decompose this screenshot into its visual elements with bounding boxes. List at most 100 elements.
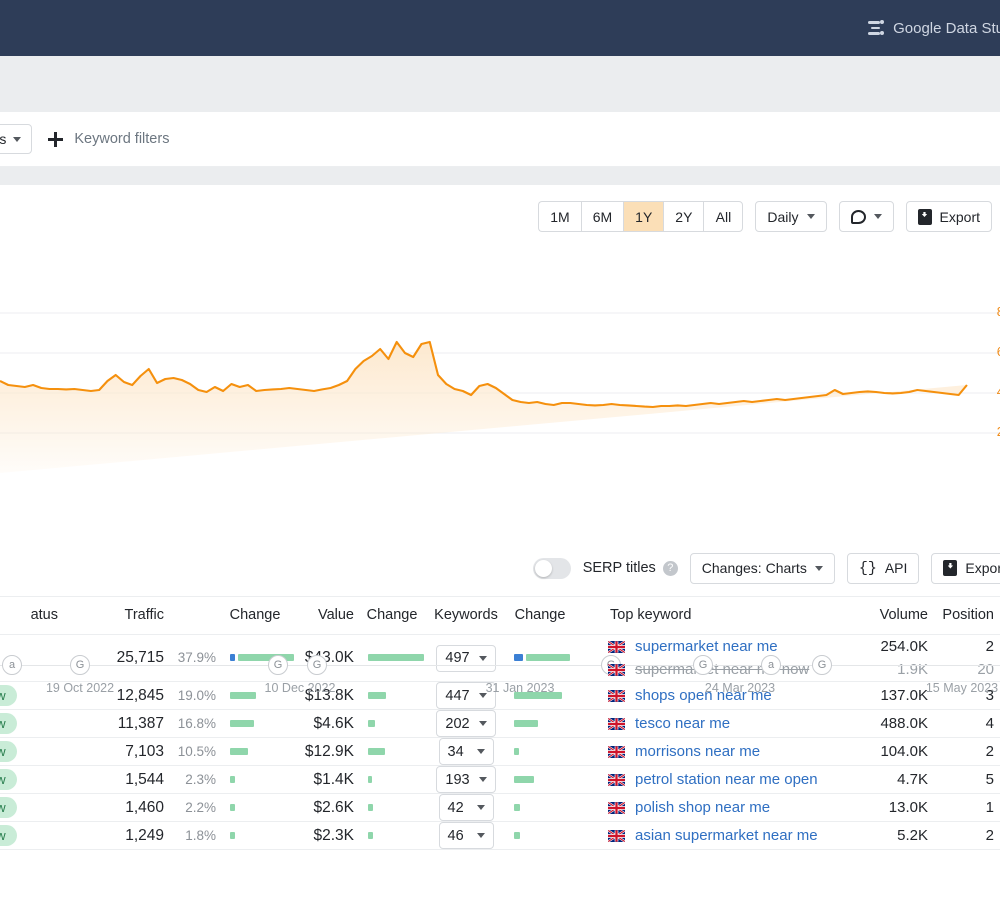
- traffic-percent: 16.8%: [177, 715, 216, 731]
- timeline-axis-line: [0, 665, 1000, 666]
- keyword-link[interactable]: supermarket near me: [635, 638, 778, 655]
- cell-top-keyword: petrol station near me open: [578, 765, 852, 794]
- keyword-link[interactable]: petrol station near me open: [635, 771, 818, 788]
- value-amount: $12.9K: [304, 742, 354, 760]
- cell-keywords: 46: [430, 821, 502, 850]
- date-range-1m[interactable]: 1M: [538, 201, 581, 232]
- organic-traffic-chart-card: 1M6M1Y2YAll Daily Export 2468 aGGGGGaG19…: [0, 185, 1000, 695]
- cell-traffic: 7,103: [58, 737, 164, 766]
- cell-volume: 13.0K: [852, 793, 928, 822]
- keywords-count-dropdown[interactable]: 42: [438, 794, 494, 821]
- keyword-volume: 5.2K: [897, 827, 928, 844]
- date-range-1y[interactable]: 1Y: [623, 201, 664, 232]
- timeline-marker-g[interactable]: G: [307, 655, 327, 675]
- page-background-band: [0, 56, 1000, 112]
- timeline-marker-a[interactable]: a: [761, 655, 781, 675]
- table-row[interactable]: ew 1,544 2.3% $1.4K 193: [0, 765, 1000, 794]
- keywords-count-dropdown[interactable]: 193: [436, 766, 496, 793]
- column-header-keywords[interactable]: Keywords: [430, 597, 502, 635]
- keyword-link[interactable]: tesco near me: [635, 715, 730, 732]
- top-keyword-line[interactable]: asian supermarket near me: [608, 824, 852, 847]
- cell-traffic-change: [216, 737, 294, 766]
- organic-keywords-table: atus Traffic Change Value Change Keyword…: [0, 597, 1000, 850]
- traffic-value: 11,387: [117, 714, 164, 732]
- timeline-marker-g[interactable]: G: [693, 655, 713, 675]
- table-row[interactable]: ew 1,249 1.8% $2.3K 46: [0, 821, 1000, 850]
- keyword-link[interactable]: asian supermarket near me: [635, 827, 818, 844]
- cell-value-change: [354, 821, 430, 850]
- column-header-value[interactable]: Value: [294, 597, 354, 635]
- column-header-position[interactable]: Position: [928, 597, 1000, 635]
- changes-charts-label: Changes: Charts: [701, 560, 807, 576]
- keyword-filters-button[interactable]: Keyword filters: [48, 131, 169, 147]
- granularity-dropdown[interactable]: Daily: [755, 201, 827, 232]
- cell-traffic-percent: 2.3%: [164, 765, 216, 794]
- cell-volume: 5.2K: [852, 821, 928, 850]
- top-keyword-line[interactable]: polish shop near me: [608, 796, 852, 819]
- column-header-traffic[interactable]: Traffic: [58, 597, 164, 635]
- cell-keywords-change: [502, 793, 578, 822]
- table-export-button[interactable]: Expor: [931, 552, 1000, 584]
- top-keyword-line[interactable]: tesco near me: [608, 712, 852, 735]
- timeline-marker-a[interactable]: a: [2, 655, 22, 675]
- keywords-count: 42: [447, 799, 464, 816]
- date-range-all[interactable]: All: [703, 201, 744, 232]
- timeline-date-label: 19 Oct 2022: [45, 681, 115, 695]
- cell-keywords: 34: [430, 737, 502, 766]
- cell-value: $2.3K: [294, 821, 354, 850]
- top-keyword-line[interactable]: morrisons near me: [608, 740, 852, 763]
- column-header-top-keyword[interactable]: Top keyword: [578, 597, 852, 635]
- column-header-traffic-change[interactable]: Change: [216, 597, 294, 635]
- traffic-change-bar-green-segment: [230, 803, 235, 811]
- google-data-studio-badge[interactable]: Google Data Stu: [866, 20, 1000, 37]
- keywords-dropdown[interactable]: words: [0, 124, 33, 154]
- traffic-change-bar-green-segment: [230, 719, 254, 727]
- top-navigation-bar: Google Data Stu: [0, 0, 1000, 56]
- cell-top-keyword: polish shop near me: [578, 793, 852, 822]
- column-header-volume[interactable]: Volume: [852, 597, 928, 635]
- download-icon: [917, 208, 932, 225]
- timeline-marker-g[interactable]: G: [812, 655, 832, 675]
- value-change-bar-green-segment: [368, 831, 373, 839]
- column-header-value-change[interactable]: Change: [354, 597, 430, 635]
- timeline-marker-g[interactable]: G: [70, 655, 90, 675]
- serp-titles-toggle[interactable]: [532, 557, 571, 579]
- traffic-percent: 2.2%: [185, 799, 216, 815]
- column-header-keywords-change[interactable]: Change: [502, 597, 578, 635]
- chevron-down-icon: [478, 721, 487, 726]
- annotations-dropdown[interactable]: [838, 201, 894, 232]
- cell-position: 5: [928, 765, 1000, 794]
- question-mark-icon[interactable]: ?: [662, 560, 678, 576]
- uk-flag-icon: [608, 717, 625, 730]
- keywords-count: 46: [447, 827, 464, 844]
- chart-controls: 1M 6M 1Y 2Y All Daily Export: [538, 201, 992, 232]
- date-range-button-group: 1M 6M 1Y 2Y All: [538, 201, 744, 232]
- keywords-change-bar-green-segment: [514, 775, 534, 783]
- timeline-date-label: 15 May 2023: [925, 681, 999, 695]
- changes-charts-dropdown[interactable]: Changes: Charts: [689, 552, 835, 584]
- api-button[interactable]: {} API: [846, 552, 920, 584]
- timeline-marker-g[interactable]: G: [268, 655, 288, 675]
- traffic-area-chart[interactable]: [0, 273, 1000, 473]
- cell-traffic-percent: 10.5%: [164, 737, 216, 766]
- curly-braces-icon: {}: [858, 559, 877, 577]
- keyword-link[interactable]: polish shop near me: [635, 799, 770, 816]
- chart-export-button[interactable]: Export: [905, 201, 992, 232]
- date-range-6m[interactable]: 6M: [580, 201, 624, 232]
- traffic-value: 7,103: [125, 742, 164, 760]
- traffic-percent: 2.3%: [185, 771, 216, 787]
- date-range-2y[interactable]: 2Y: [663, 201, 704, 232]
- column-header-status[interactable]: atus: [0, 597, 58, 635]
- table-row[interactable]: ew 7,103 10.5% $12.9K 34: [0, 737, 1000, 766]
- keywords-count-dropdown[interactable]: 34: [438, 738, 494, 765]
- cell-traffic-change: [216, 821, 294, 850]
- table-row[interactable]: ew 1,460 2.2% $2.6K 42: [0, 793, 1000, 822]
- value-change-bar-green-segment: [368, 747, 385, 755]
- keywords-count: 202: [445, 715, 470, 732]
- keyword-volume: 104.0K: [880, 743, 928, 760]
- traffic-value: 1,249: [125, 826, 164, 844]
- top-keyword-line[interactable]: petrol station near me open: [608, 768, 852, 791]
- keyword-link[interactable]: morrisons near me: [635, 743, 760, 760]
- keywords-count-dropdown[interactable]: 46: [438, 822, 494, 849]
- table-export-label: Expor: [965, 560, 1000, 576]
